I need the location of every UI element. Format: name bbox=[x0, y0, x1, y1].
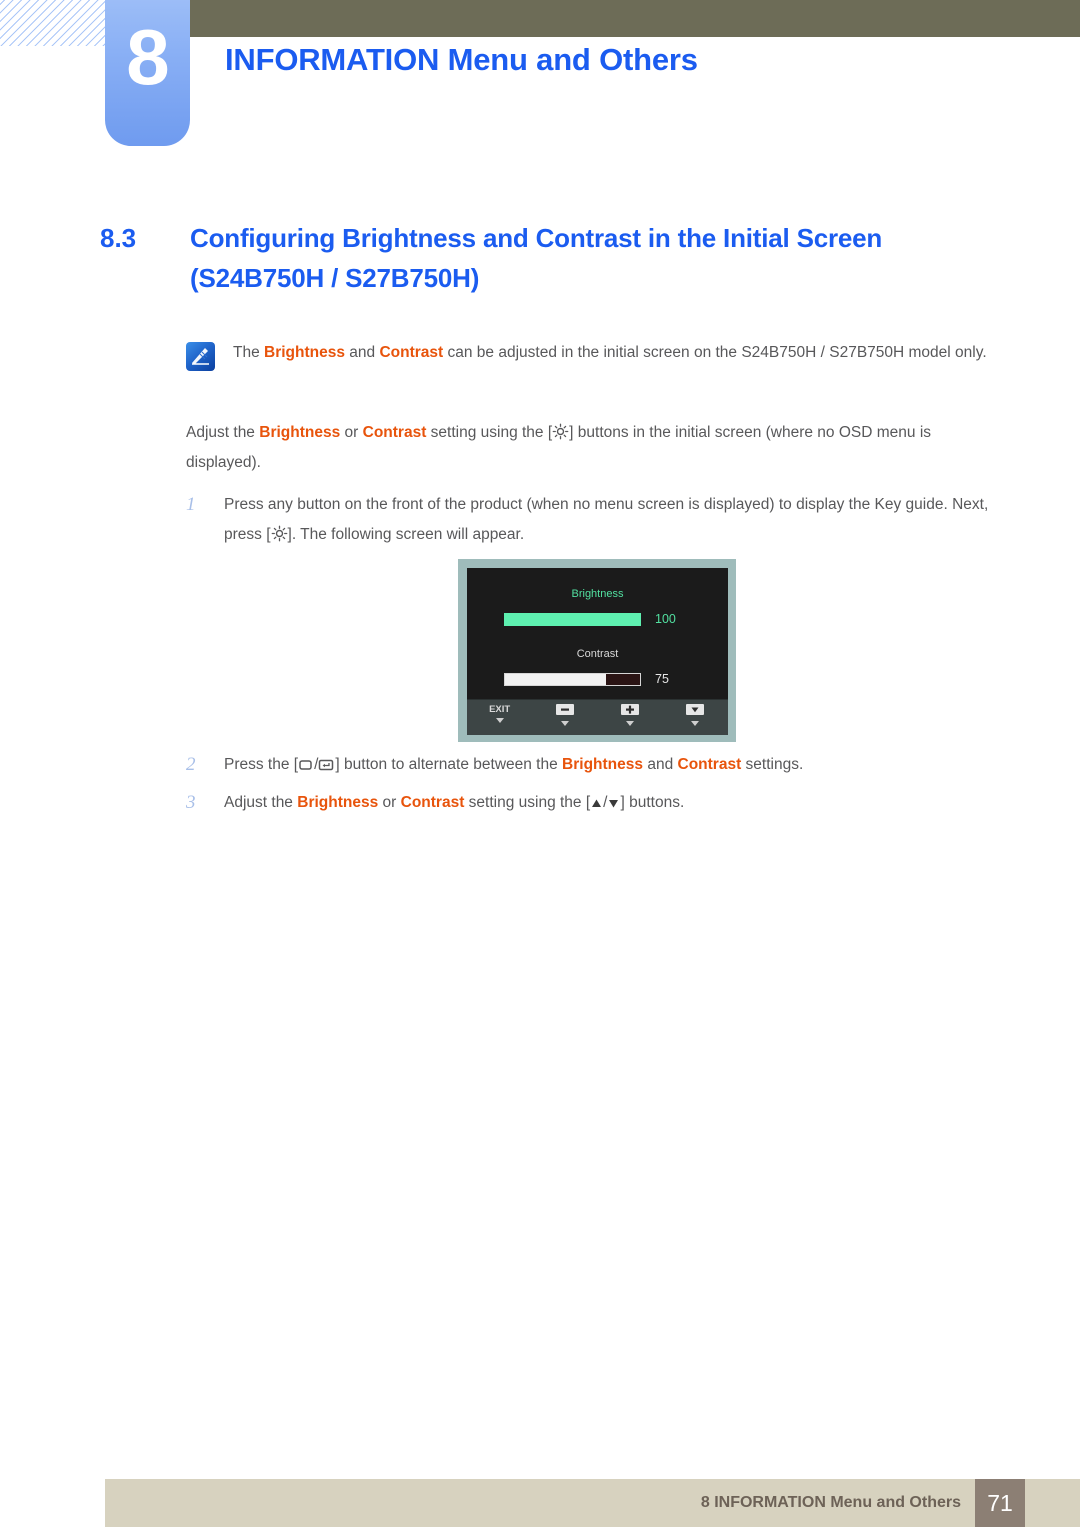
osd-minus-button bbox=[532, 704, 597, 726]
osd-contrast-value: 75 bbox=[655, 672, 669, 686]
step-2: 2 Press the [/] button to alternate betw… bbox=[186, 750, 1011, 780]
chapter-number: 8 bbox=[126, 13, 169, 101]
triangle-down-icon bbox=[560, 721, 569, 726]
step-2-keyword-contrast: Contrast bbox=[677, 756, 742, 773]
step-2-text-3: and bbox=[643, 756, 678, 773]
brightness-sun-icon bbox=[552, 423, 569, 440]
triangle-down-icon bbox=[607, 797, 620, 810]
note-text: The Brightness and Contrast can be adjus… bbox=[233, 338, 987, 371]
step-1-text: Press any button on the front of the pro… bbox=[224, 490, 1011, 550]
menu-box-icon bbox=[298, 758, 314, 772]
step-2-text-1: Press the [ bbox=[224, 756, 299, 773]
osd-contrast-row: 75 bbox=[467, 672, 728, 686]
page-number: 71 bbox=[975, 1479, 1025, 1527]
triangle-up-icon bbox=[590, 797, 603, 810]
intro-text-2: or bbox=[340, 424, 363, 441]
osd-contrast-track bbox=[504, 672, 641, 686]
osd-contrast-fill bbox=[505, 673, 607, 685]
osd-brightness-value: 100 bbox=[655, 612, 676, 626]
osd-exit-label: EXIT bbox=[489, 704, 511, 715]
intro-keyword-contrast: Contrast bbox=[362, 424, 427, 441]
note-pen-icon bbox=[186, 342, 215, 371]
step-3-text-1: Adjust the bbox=[224, 794, 298, 811]
step-2-keyword-brightness: Brightness bbox=[562, 756, 644, 773]
osd-down-button bbox=[663, 704, 728, 726]
osd-brightness-fill bbox=[504, 612, 641, 626]
step-3-number: 3 bbox=[186, 792, 196, 813]
step-3-text-3: setting using the [ bbox=[464, 794, 591, 811]
step-3: 3 Adjust the Brightness or Contrast sett… bbox=[186, 788, 1011, 818]
section-title-line1: Configuring Brightness and Contrast in t… bbox=[190, 223, 883, 253]
note-text-1: The bbox=[233, 344, 265, 361]
footer-chapter-label: 8 INFORMATION Menu and Others bbox=[700, 1494, 961, 1511]
section-heading: 8.3 Configuring Brightness and Contrast … bbox=[100, 218, 1010, 298]
step-2-text: Press the [/] button to alternate betwee… bbox=[224, 750, 1011, 780]
decorative-hatch-pattern bbox=[0, 0, 112, 46]
osd-screen: Brightness 100 Contrast 75 EXIT bbox=[467, 568, 728, 735]
section-title-line2: (S24B750H / S27B750H) bbox=[190, 263, 480, 293]
intro-text: Adjust the Brightness or Contrast settin… bbox=[186, 418, 1006, 478]
osd-main-area: Brightness 100 Contrast 75 bbox=[467, 568, 728, 699]
osd-brightness-label: Brightness bbox=[571, 588, 624, 600]
note-text-2: and bbox=[344, 344, 380, 361]
brightness-sun-icon bbox=[271, 525, 288, 542]
note-keyword-contrast: Contrast bbox=[379, 344, 444, 361]
step-1: 1 Press any button on the front of the p… bbox=[186, 490, 1011, 550]
triangle-down-icon bbox=[691, 721, 700, 726]
minus-icon bbox=[555, 704, 574, 715]
intro-text-1: Adjust the bbox=[186, 424, 260, 441]
intro-keyword-brightness: Brightness bbox=[259, 424, 341, 441]
osd-screenshot: Brightness 100 Contrast 75 EXIT bbox=[458, 559, 736, 742]
triangle-down-icon bbox=[686, 704, 705, 715]
step-3-text: Adjust the Brightness or Contrast settin… bbox=[224, 788, 1011, 818]
step-3-text-4: ] buttons. bbox=[620, 794, 685, 811]
osd-key-guide-bar: EXIT bbox=[467, 699, 728, 735]
section-number: 8.3 bbox=[100, 223, 137, 253]
step-3-text-2: or bbox=[378, 794, 401, 811]
osd-exit-button: EXIT bbox=[467, 704, 532, 726]
note-callout: The Brightness and Contrast can be adjus… bbox=[186, 338, 1001, 371]
intro-paragraph: Adjust the Brightness or Contrast settin… bbox=[186, 418, 1006, 478]
note-keyword-brightness: Brightness bbox=[264, 344, 345, 361]
osd-button-group: EXIT bbox=[467, 704, 728, 726]
header-olive-bar bbox=[180, 0, 1080, 37]
triangle-down-icon bbox=[495, 718, 504, 723]
chapter-title: INFORMATION Menu and Others bbox=[225, 42, 698, 77]
chapter-tab: 8 bbox=[105, 0, 190, 146]
step-2-text-4: settings. bbox=[741, 756, 804, 773]
osd-brightness-track bbox=[504, 612, 641, 626]
section-title: Configuring Brightness and Contrast in t… bbox=[190, 218, 882, 298]
triangle-down-icon bbox=[626, 721, 635, 726]
osd-contrast-label: Contrast bbox=[576, 648, 619, 660]
osd-plus-button bbox=[598, 704, 663, 726]
osd-brightness-row: 100 bbox=[467, 612, 728, 626]
enter-box-icon bbox=[318, 758, 335, 772]
step-2-number: 2 bbox=[186, 754, 196, 775]
step-1-text-2: ]. The following screen will appear. bbox=[287, 526, 525, 543]
step-1-number: 1 bbox=[186, 494, 196, 515]
step-3-keyword-brightness: Brightness bbox=[297, 794, 379, 811]
plus-icon bbox=[621, 704, 640, 715]
page-footer: 8 INFORMATION Menu and Others 71 bbox=[105, 1479, 1080, 1527]
step-2-text-2: ] button to alternate between the bbox=[335, 756, 563, 773]
intro-text-3: setting using the [ bbox=[426, 424, 553, 441]
step-3-keyword-contrast: Contrast bbox=[400, 794, 465, 811]
note-text-3: can be adjusted in the initial screen on… bbox=[443, 344, 987, 361]
